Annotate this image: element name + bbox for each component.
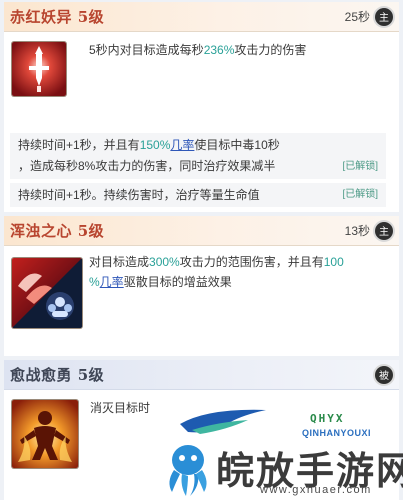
upgrade-row-2: 持续时间+1秒。持续伤害时，治疗等量生命值 [已解锁] — [10, 183, 386, 207]
upgrade-row-1: 持续时间+1秒，并且有150%几率使目标中毒10秒 ，造成每秒8%攻击力的伤害，… — [10, 133, 386, 179]
brand-box-text: QHYX — [310, 412, 345, 425]
skill-description: 对目标造成300%攻击力的范围伤害，并且有100 %几率驱散目标的增益效果 — [89, 255, 344, 289]
red-sword-icon — [12, 42, 66, 96]
cooldown-text: 25秒 — [344, 10, 370, 24]
skill-title: 浑浊之心 5级 — [10, 222, 105, 240]
brand-en-text: QINHANYOUXI — [302, 428, 372, 438]
bird-logo-icon — [180, 409, 266, 434]
octopus-logo-icon — [169, 445, 207, 496]
passive-skill-badge: 被 — [375, 365, 393, 384]
skill-description: 5秒内对目标造成每秒236%攻击力的伤害 — [89, 43, 307, 57]
skill-card-2-header: 浑浊之心 5级 13秒 主 — [4, 216, 399, 246]
active-skill-badge: 主 — [375, 221, 393, 240]
skill-title: 赤红妖异 5级 — [10, 8, 105, 26]
turbid-heart-icon — [12, 258, 82, 328]
fire-figure-icon — [12, 400, 78, 468]
site-url[interactable]: www.gxhuaer.com — [260, 484, 372, 496]
active-skill-badge: 主 — [375, 7, 393, 26]
chance-link[interactable]: 几率 — [170, 138, 194, 152]
site-watermark: QHYX QINHANYOUXI 皖放手游网 www.gxhuaer.com — [160, 402, 403, 500]
skill-title: 愈战愈勇 5级 — [10, 366, 105, 384]
skill-card-2: 浑浊之心 5级 13秒 主 对目标造成300%攻击力的范围伤害，并且有100 %… — [4, 216, 399, 356]
chance-link[interactable]: 几率 — [100, 275, 124, 289]
unlocked-tag: [已解锁] — [342, 189, 378, 200]
unlocked-tag: [已解锁] — [342, 161, 378, 172]
skill-card-1: 赤红妖异 5级 25秒 主 5秒内对目标造成每秒236%攻击力的伤害 持续时间+… — [4, 2, 399, 212]
skill-card-1-header: 赤红妖异 5级 25秒 主 — [4, 2, 399, 32]
skill-card-3-header: 愈战愈勇 5级 被 — [4, 360, 399, 390]
cooldown-text: 13秒 — [344, 224, 370, 238]
